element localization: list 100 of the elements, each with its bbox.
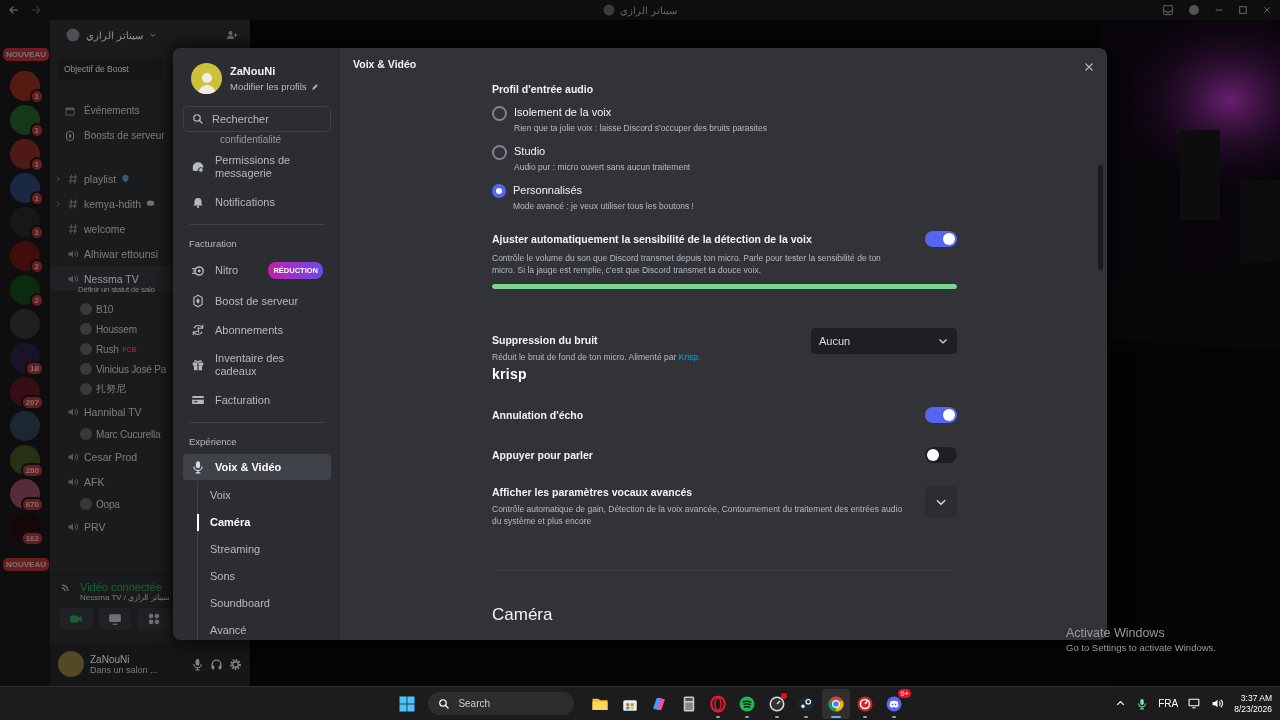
member-name: Marc Cucurella xyxy=(96,428,161,440)
meter-icon xyxy=(855,694,874,713)
sidebar-item[interactable]: Inventaire des cadeaux xyxy=(183,346,331,384)
sidebar-item[interactable]: confidentialité xyxy=(220,134,331,145)
setting-description: Contrôle automatique de gain, Détection de la voix avancée, Contournement du traitement des entrées audio du système et plus encore xyxy=(492,503,904,527)
expand-button[interactable] xyxy=(925,486,957,518)
window-title: سيناتر الرازي xyxy=(620,4,677,16)
back-arrow-icon[interactable] xyxy=(8,4,20,16)
screen-share-button[interactable] xyxy=(98,608,132,630)
hash-icon xyxy=(67,172,79,185)
sidebar-item[interactable]: Permissions de messagerie xyxy=(183,148,331,186)
toggle-switch[interactable] xyxy=(925,407,957,423)
member-name: Vinicius José Pa xyxy=(96,363,166,375)
setting-title: Annulation d'écho xyxy=(492,409,584,421)
speaker-icon xyxy=(67,520,79,533)
sidebar-subitem[interactable]: Avancé xyxy=(198,617,331,640)
activation-message: Go to Settings to activate Windows. xyxy=(1066,642,1216,653)
channel-name[interactable]: kemya-hdith xyxy=(84,197,142,210)
dropdown-select[interactable]: Aucun xyxy=(811,328,957,354)
monitor-icon[interactable] xyxy=(1188,697,1202,710)
speaker-icon[interactable] xyxy=(1211,697,1225,710)
settings-search-field[interactable]: Rechercher xyxy=(183,106,331,132)
option-label[interactable]: Studio xyxy=(514,144,691,158)
sidebar-item[interactable]: Boost de serveur xyxy=(183,288,331,314)
option-description: Rien que ta jolie voix : laisse Discord s'occuper des bruits parasites xyxy=(514,122,767,134)
clock[interactable]: 3:37 AM 8/23/2026 xyxy=(1234,692,1272,715)
option-description: Mode avancé : je veux utiliser tous les boutons ! xyxy=(513,200,694,212)
option-label[interactable]: Personnalisés xyxy=(513,183,694,197)
taskbar-app-button[interactable] xyxy=(821,688,850,719)
server-icon xyxy=(603,4,616,16)
member-name: Rush xyxy=(96,343,119,355)
sidebar-item[interactable]: Voix & Vidéo xyxy=(183,454,331,480)
discord-icon xyxy=(885,694,904,713)
member-name: Oopa xyxy=(96,498,120,510)
close-icon[interactable] xyxy=(1262,5,1272,15)
sidebar-subitem[interactable]: Sons xyxy=(198,563,331,590)
screen-share-icon xyxy=(108,612,122,626)
signal-icon xyxy=(60,581,72,593)
headphones-icon[interactable] xyxy=(210,657,223,671)
channel-name[interactable]: welcome xyxy=(84,222,126,235)
channel-name[interactable]: Alhiwar ettounsi xyxy=(84,247,159,260)
close-icon[interactable] xyxy=(1083,61,1095,73)
settings-icon[interactable] xyxy=(229,657,242,671)
pencil-icon xyxy=(310,82,319,91)
setting-title: Appuyer pour parler xyxy=(492,449,593,461)
unread-count-badge: 670 xyxy=(20,497,44,512)
channel-name[interactable]: PRV xyxy=(84,520,106,533)
maximize-icon[interactable] xyxy=(1238,5,1248,15)
server-name[interactable]: سيناتر الرازي xyxy=(86,29,143,41)
member-avatar xyxy=(80,383,92,395)
sidebar-item[interactable]: Facturation xyxy=(183,387,331,413)
scrollbar-thumb[interactable] xyxy=(1098,165,1103,270)
channel-name[interactable]: playlist xyxy=(84,172,117,185)
renew-icon xyxy=(191,323,205,337)
microphone-icon[interactable] xyxy=(191,657,204,671)
add-member-icon[interactable] xyxy=(226,29,238,41)
link[interactable]: Krisp. xyxy=(678,352,701,362)
sidebar-item[interactable]: Notifications xyxy=(183,189,331,215)
gauge-icon xyxy=(767,694,786,713)
chevron-down-icon[interactable] xyxy=(148,31,157,39)
camera-button[interactable] xyxy=(60,608,93,630)
sidebar-subitem[interactable]: Streaming xyxy=(198,536,331,563)
radio-button[interactable] xyxy=(492,184,506,198)
inbox-icon[interactable] xyxy=(1162,4,1174,16)
toggle-switch[interactable] xyxy=(925,447,957,463)
channel-name[interactable]: Cesar Prod xyxy=(84,450,138,463)
radio-button[interactable] xyxy=(492,145,507,160)
speaker-icon xyxy=(67,272,79,285)
member-name: B10 xyxy=(96,303,114,315)
channel-name[interactable]: Hannibal TV xyxy=(84,405,142,418)
channel-name[interactable]: AFK xyxy=(84,475,105,488)
radio-button[interactable] xyxy=(492,106,507,121)
activities-button[interactable] xyxy=(137,608,170,630)
connection-status: Vidéo connectée xyxy=(80,581,162,593)
sidebar-subitem[interactable]: Caméra xyxy=(196,514,331,531)
sidebar-link[interactable]: Événements xyxy=(84,105,140,116)
microphone-icon[interactable] xyxy=(1136,697,1149,710)
user-avatar xyxy=(58,651,84,677)
sidebar-subitem[interactable]: Voix xyxy=(198,482,331,509)
sidebar-item[interactable]: Abonnements xyxy=(183,317,331,343)
member-avatar xyxy=(80,363,92,375)
option-label[interactable]: Isolement de la voix xyxy=(514,105,767,119)
user-status: Dans un salon ... xyxy=(90,664,159,675)
krisp-logo: krisp xyxy=(492,366,528,382)
chrome-icon xyxy=(826,694,845,713)
sidebar-link[interactable]: Boosts de serveur xyxy=(84,130,165,141)
channel-name[interactable]: Nessma TV xyxy=(84,272,139,285)
edit-profiles-link[interactable]: Modifier les profils xyxy=(230,81,319,92)
boost-goal-banner[interactable]: Objectif de Boost xyxy=(58,58,162,80)
user-avatar[interactable] xyxy=(191,63,222,94)
sidebar-subitem[interactable]: Soundboard xyxy=(198,590,331,617)
user-name: ZaNouNi xyxy=(90,653,131,665)
member-avatar xyxy=(80,303,92,315)
new-badge: NOUVEAU xyxy=(1,46,51,63)
toggle-switch[interactable] xyxy=(925,231,957,247)
member-avatar xyxy=(80,323,92,335)
member-name: Houssem xyxy=(96,323,137,335)
taskbar-app-button[interactable]: 9+ xyxy=(880,688,909,719)
taskbar-search-field[interactable]: Search xyxy=(428,692,575,715)
input-language[interactable]: FRA xyxy=(1158,698,1179,709)
